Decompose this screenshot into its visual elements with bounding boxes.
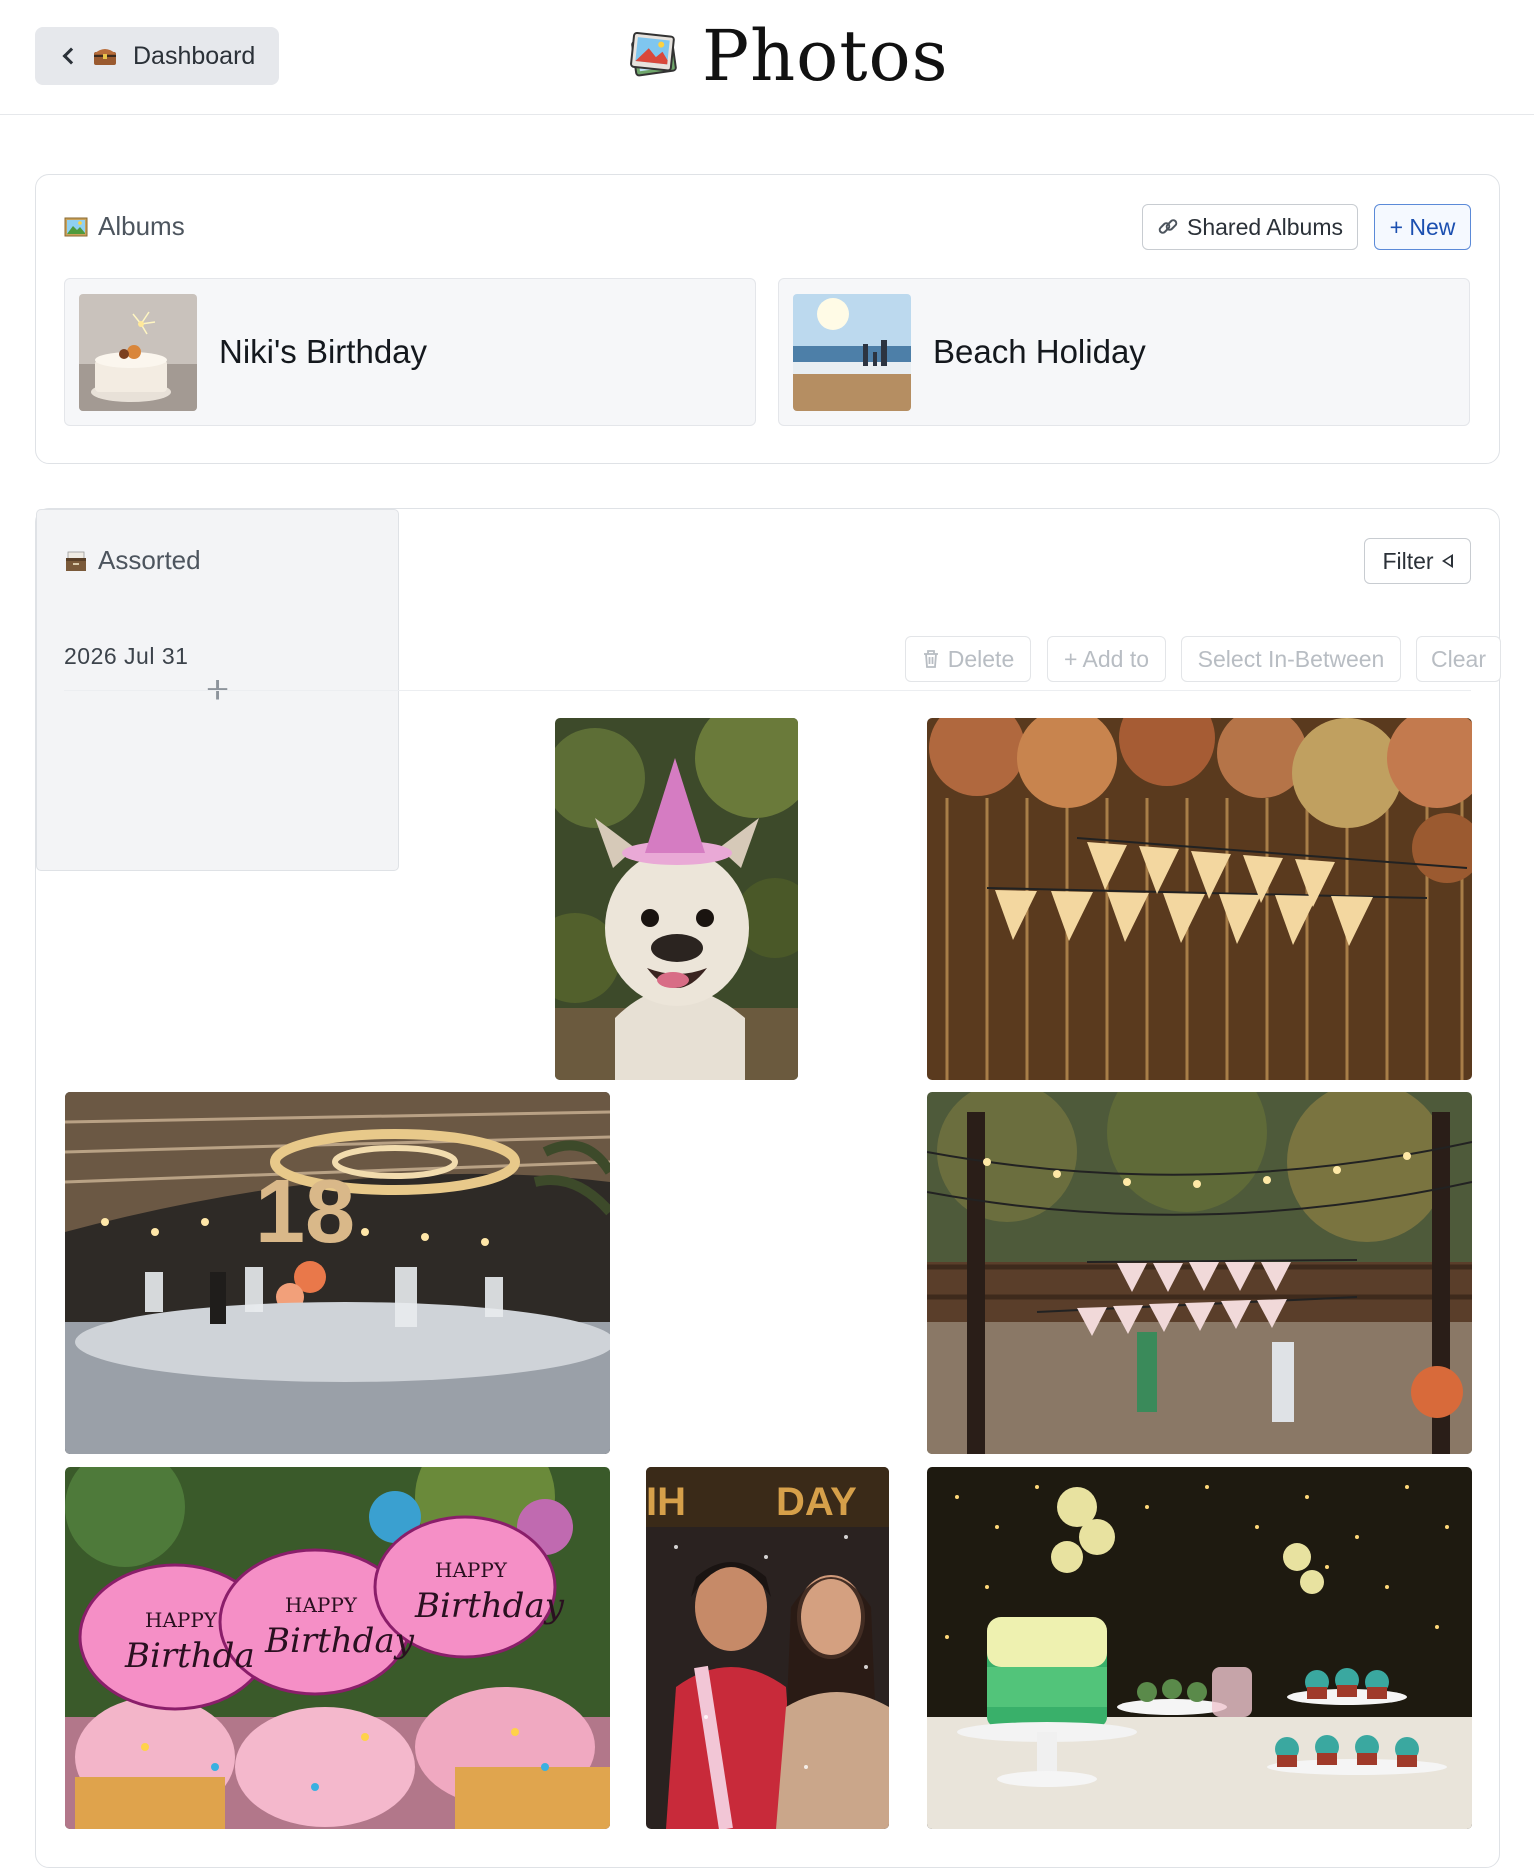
filter-button[interactable]: Filter bbox=[1364, 538, 1471, 584]
svg-text:Birthday: Birthday bbox=[264, 1621, 415, 1661]
svg-text:HAPPY: HAPPY bbox=[285, 1593, 358, 1617]
album-thumbnail bbox=[793, 293, 911, 411]
page-title: Photos bbox=[702, 15, 949, 97]
albums-card: Albums Shared Albums + New Niki's Birthd… bbox=[35, 174, 1500, 464]
assorted-title: Assorted bbox=[98, 545, 201, 575]
photo-image: IH DAY bbox=[646, 1467, 889, 1829]
trash-icon bbox=[923, 650, 938, 668]
photo-tile[interactable]: 18 bbox=[65, 1092, 610, 1454]
select-in-between-button[interactable]: Select In-Between bbox=[1181, 636, 1401, 682]
framed-picture-icon bbox=[64, 217, 88, 236]
photo-image: 18 bbox=[65, 1092, 610, 1454]
albums-title: Albums bbox=[98, 211, 185, 241]
filter-label: Filter bbox=[1382, 547, 1434, 574]
svg-text:Birthda: Birthda bbox=[124, 1636, 255, 1676]
photo-tile[interactable] bbox=[555, 718, 798, 1080]
photo-image bbox=[927, 1467, 1472, 1829]
album-thumbnail bbox=[79, 293, 197, 411]
clear-button[interactable]: Clear bbox=[1416, 636, 1501, 682]
svg-text:Birthday: Birthday bbox=[414, 1586, 565, 1626]
date-label: 2026 Jul 31 bbox=[64, 643, 189, 669]
assorted-card: Assorted Filter 2026 Jul 31 Delete + Add… bbox=[35, 508, 1501, 1868]
svg-text:DAY: DAY bbox=[776, 1480, 857, 1524]
date-group-header: 2026 Jul 31 Delete + Add to Select In-Be… bbox=[64, 627, 1501, 691]
photo-image bbox=[927, 718, 1472, 1080]
photo-image bbox=[555, 718, 798, 1080]
treasure-chest-icon bbox=[94, 49, 116, 65]
link-icon bbox=[1158, 219, 1178, 234]
photo-tile[interactable]: IH DAY bbox=[646, 1467, 889, 1829]
photo-tile[interactable]: HAPPY Birthda HAPPY Birthday HAPPY Birth… bbox=[65, 1467, 610, 1829]
dashboard-label: Dashboard bbox=[133, 41, 256, 70]
add-to-label: + Add to bbox=[1063, 645, 1150, 672]
photo-tile[interactable] bbox=[927, 1092, 1472, 1454]
photo-image: HAPPY Birthda HAPPY Birthday HAPPY Birth… bbox=[65, 1467, 610, 1829]
top-bar: Dashboard Photos bbox=[0, 0, 1534, 115]
delete-label: Delete bbox=[947, 645, 1015, 672]
svg-text:18: 18 bbox=[255, 1162, 355, 1262]
new-album-label: + New bbox=[1389, 213, 1456, 240]
svg-text:HAPPY: HAPPY bbox=[145, 1608, 218, 1632]
svg-text:HAPPY: HAPPY bbox=[435, 1558, 508, 1582]
photo-tile[interactable] bbox=[927, 1467, 1472, 1829]
albums-heading: Albums bbox=[64, 211, 185, 242]
shared-albums-label: Shared Albums bbox=[1187, 213, 1343, 240]
delete-button[interactable]: Delete bbox=[905, 636, 1031, 682]
assorted-heading: Assorted bbox=[64, 545, 201, 576]
page-title-group: Photos bbox=[628, 18, 949, 94]
triangle-left-icon bbox=[1441, 554, 1453, 568]
select-in-between-label: Select In-Between bbox=[1197, 645, 1385, 672]
dashboard-back-button[interactable]: Dashboard bbox=[35, 27, 279, 85]
chevron-left-icon bbox=[62, 47, 80, 65]
add-to-button[interactable]: + Add to bbox=[1047, 636, 1166, 682]
framed-picture-icon bbox=[630, 32, 677, 77]
album-name: Niki's Birthday bbox=[219, 333, 428, 370]
photo-tile[interactable] bbox=[927, 718, 1472, 1080]
card-file-box-icon bbox=[66, 551, 86, 571]
album-card[interactable]: Beach Holiday bbox=[778, 278, 1470, 426]
clear-label: Clear bbox=[1431, 645, 1486, 672]
photo-image bbox=[927, 1092, 1472, 1454]
album-name: Beach Holiday bbox=[933, 333, 1146, 370]
album-card[interactable]: Niki's Birthday bbox=[64, 278, 756, 426]
shared-albums-button[interactable]: Shared Albums bbox=[1142, 204, 1358, 250]
svg-text:IH: IH bbox=[646, 1480, 686, 1524]
new-album-button[interactable]: + New bbox=[1374, 204, 1471, 250]
